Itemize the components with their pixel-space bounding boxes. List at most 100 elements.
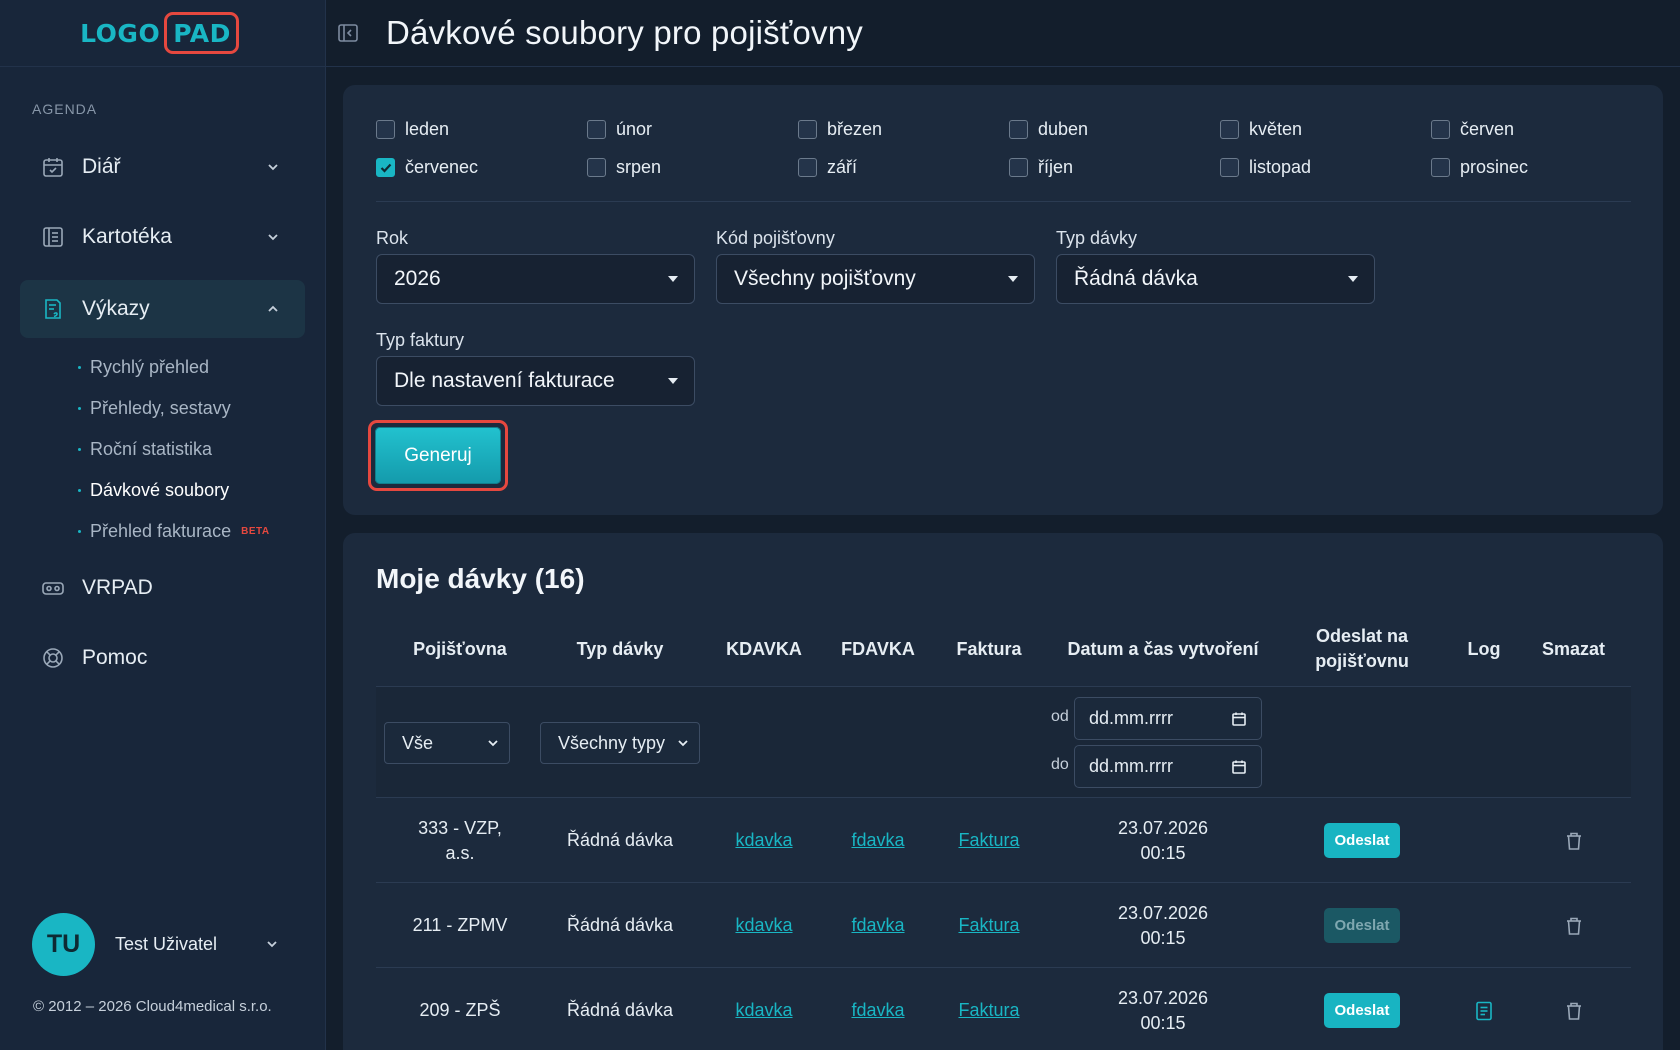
sidebar-sub-list: Rychlý přehled Přehledy, sestavy Roční s… (78, 347, 270, 552)
month-label: květen (1249, 119, 1303, 139)
year-select[interactable]: 2026 (376, 254, 695, 304)
batch-type-value: Řádná dávka (1074, 267, 1198, 290)
date-from-input[interactable]: dd.mm.rrrr (1074, 697, 1262, 740)
sidebar-subitem-prehledy-sestavy[interactable]: Přehledy, sestavy (78, 388, 270, 429)
column-header-send: Odeslat na pojišťovnu (1315, 626, 1409, 671)
date-from-label: od (1051, 708, 1069, 725)
user-name: Test Uživatel (115, 933, 218, 954)
month-checkbox-zari[interactable]: září (798, 157, 857, 178)
folder-icon (40, 224, 66, 250)
kdavka-link[interactable]: kdavka (735, 998, 792, 1023)
month-checkbox-rijen[interactable]: říjen (1009, 157, 1073, 178)
batch-type-select[interactable]: Řádná dávka (1056, 254, 1375, 304)
insurer-filter-select[interactable]: Vše (384, 722, 510, 764)
date-to-placeholder: dd.mm.rrrr (1089, 756, 1173, 776)
sidebar-subitem-rychly-prehled[interactable]: Rychlý přehled (78, 347, 270, 388)
column-header-invoice: Faktura (956, 638, 1022, 659)
user-menu[interactable]: TU Test Uživatel (32, 912, 292, 976)
sidebar-subitem-prehled-fakturace[interactable]: Přehled fakturace BETA (78, 511, 270, 552)
insurer-filter-value: Vše (402, 732, 434, 753)
checkbox[interactable] (798, 120, 817, 139)
chevron-down-icon (678, 740, 688, 747)
month-checkbox-kveten[interactable]: květen (1220, 119, 1302, 140)
month-label: leden (405, 119, 450, 139)
month-checkbox-brezen[interactable]: březen (798, 119, 882, 140)
date-to-input[interactable]: dd.mm.rrrr (1074, 745, 1262, 788)
type-filter-select[interactable]: Všechny typy (540, 722, 700, 764)
sidebar-item-pomoc[interactable]: Pomoc (20, 629, 305, 687)
checkbox[interactable] (587, 120, 606, 139)
checkbox[interactable] (1009, 158, 1028, 177)
log-document-icon[interactable] (1473, 1000, 1495, 1022)
insurer-cell: 209 - ZPŠ (419, 1000, 501, 1020)
checkbox[interactable] (798, 158, 817, 177)
kdavka-link[interactable]: kdavka (735, 828, 792, 853)
month-checkbox-leden[interactable]: leden (376, 119, 449, 140)
filter-card: leden únor březen duben květen červen če… (343, 85, 1663, 515)
checkbox[interactable] (1009, 120, 1028, 139)
sub-item-label: Roční statistika (90, 439, 213, 459)
trash-icon[interactable] (1563, 1000, 1585, 1022)
calendar-icon (40, 154, 66, 180)
checkbox-checked[interactable] (376, 158, 395, 177)
date-to-label: do (1051, 756, 1069, 773)
invoice-link[interactable]: Faktura (958, 828, 1019, 853)
caret-down-icon (1008, 276, 1018, 282)
sidebar: LOGO PAD AGENDA Diář Kartotéka Výkazy Ry… (0, 0, 326, 1050)
sidebar-item-vykazy[interactable]: Výkazy (20, 280, 305, 338)
created-time: 00:15 (1140, 927, 1186, 948)
batch-type-cell: Řádná dávka (566, 915, 674, 935)
sidebar-item-label: Diář (82, 155, 121, 178)
month-checkbox-cervenec[interactable]: červenec (376, 157, 478, 178)
invoice-type-value: Dle nastavení fakturace (394, 369, 615, 392)
month-checkbox-cerven[interactable]: červen (1431, 119, 1514, 140)
column-header-insurer: Pojišťovna (413, 638, 507, 659)
invoice-type-select[interactable]: Dle nastavení fakturace (376, 356, 695, 406)
sidebar-collapse-button[interactable] (336, 21, 360, 45)
invoice-link[interactable]: Faktura (958, 998, 1019, 1023)
checkbox[interactable] (1431, 120, 1450, 139)
created-cell: 23.07.2026 00:15 (1054, 883, 1272, 968)
sidebar-item-vrpad[interactable]: VRPAD (20, 559, 305, 617)
checkbox[interactable] (587, 158, 606, 177)
generate-button-highlight: Generuj (368, 420, 508, 491)
page-header: Dávkové soubory pro pojišťovny (326, 0, 1680, 67)
checkbox[interactable] (1431, 158, 1450, 177)
sidebar-item-kartoteka[interactable]: Kartotéka (20, 208, 305, 266)
trash-icon[interactable] (1563, 830, 1585, 852)
month-checkbox-unor[interactable]: únor (587, 119, 652, 140)
fdavka-link[interactable]: fdavka (851, 828, 904, 853)
column-header-created: Datum a čas vytvoření (1067, 638, 1259, 659)
created-cell: 23.07.2026 00:15 (1054, 798, 1272, 883)
fdavka-link[interactable]: fdavka (851, 998, 904, 1023)
logo[interactable]: LOGO PAD (80, 12, 239, 54)
sidebar-subitem-rocni-statistika[interactable]: Roční statistika (78, 429, 270, 470)
month-checkbox-duben[interactable]: duben (1009, 119, 1088, 140)
page-title: Dávkové soubory pro pojišťovny (386, 14, 863, 51)
checkbox[interactable] (376, 120, 395, 139)
kdavka-link[interactable]: kdavka (735, 913, 792, 938)
caret-down-icon (668, 378, 678, 384)
fdavka-link[interactable]: fdavka (851, 913, 904, 938)
send-button-disabled: Odeslat (1324, 908, 1400, 943)
generate-button[interactable]: Generuj (375, 427, 501, 484)
calendar-icon[interactable] (1231, 759, 1247, 775)
checkbox[interactable] (1220, 120, 1239, 139)
month-checkbox-listopad[interactable]: listopad (1220, 157, 1311, 178)
avatar: TU (32, 912, 95, 976)
checkbox[interactable] (1220, 158, 1239, 177)
sidebar-item-diar[interactable]: Diář (20, 138, 305, 196)
month-label: březen (827, 119, 883, 139)
month-checkbox-prosinec[interactable]: prosinec (1431, 157, 1528, 178)
sidebar-subitem-davkove-soubory[interactable]: Dávkové soubory (78, 470, 270, 511)
batch-type-label: Typ dávky (1056, 228, 1138, 248)
invoice-link[interactable]: Faktura (958, 913, 1019, 938)
send-button[interactable]: Odeslat (1324, 993, 1400, 1028)
divider (376, 201, 1631, 202)
batch-type-cell: Řádná dávka (566, 1000, 674, 1020)
month-checkbox-srpen[interactable]: srpen (587, 157, 661, 178)
send-button[interactable]: Odeslat (1324, 823, 1400, 858)
insurer-select[interactable]: Všechny pojišťovny (716, 254, 1035, 304)
calendar-icon[interactable] (1231, 711, 1247, 727)
trash-icon[interactable] (1563, 915, 1585, 937)
